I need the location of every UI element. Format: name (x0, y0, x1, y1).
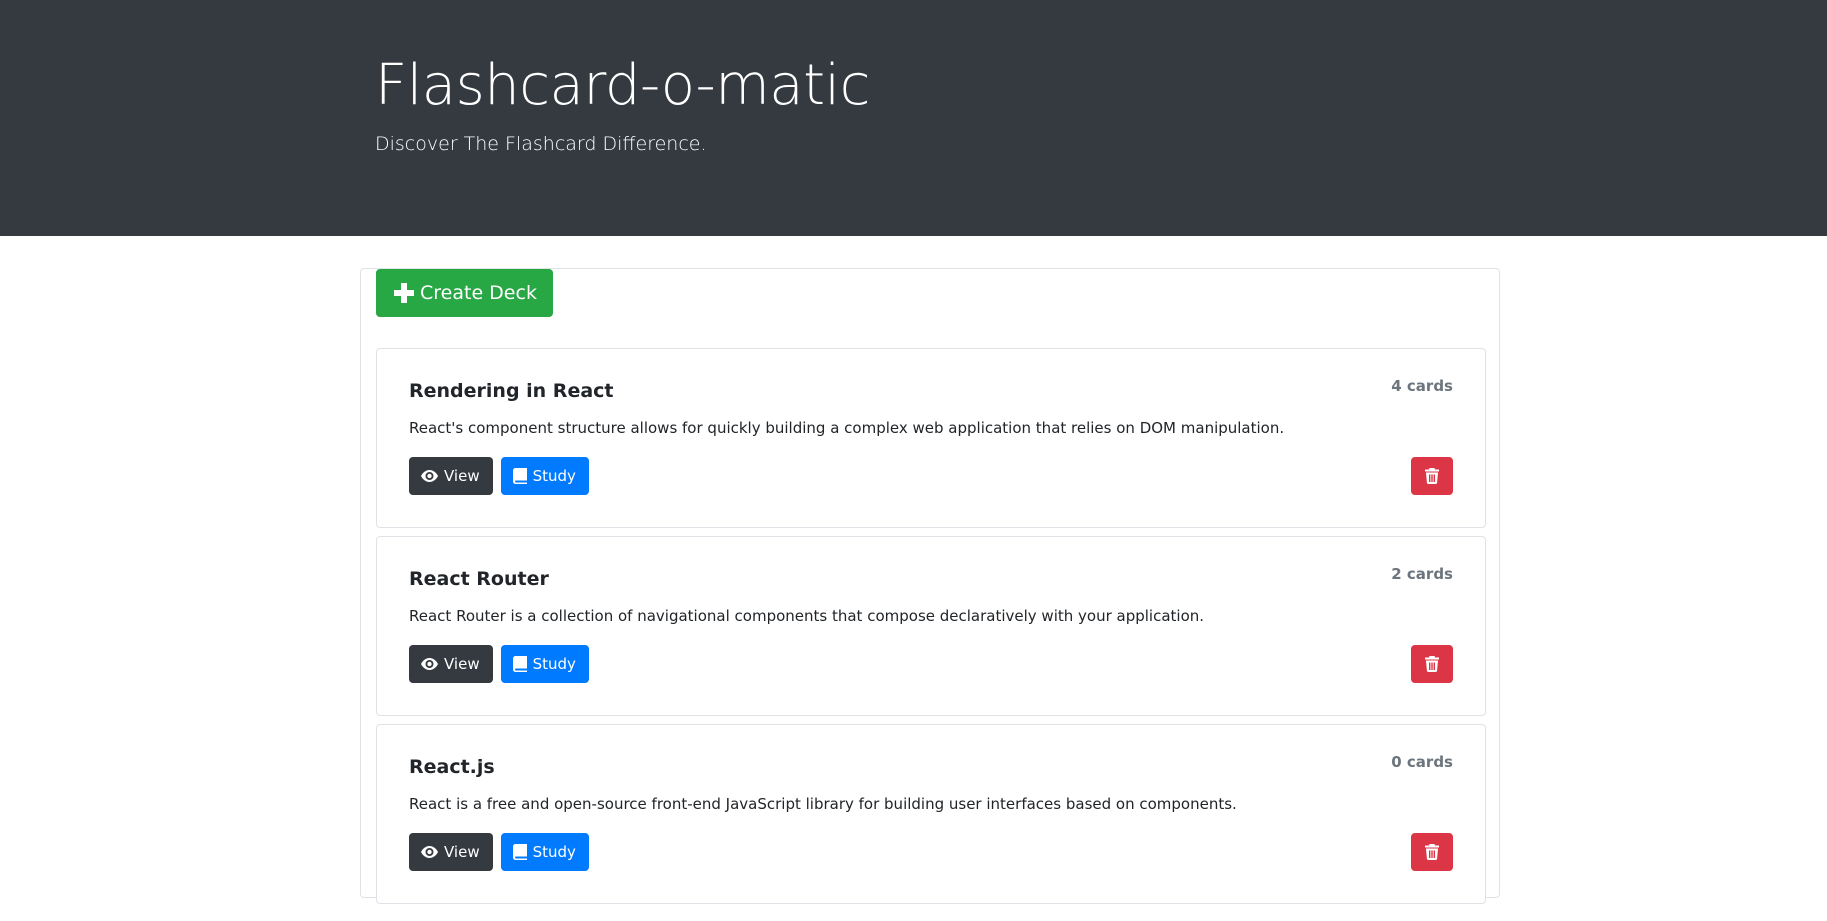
view-label: View (444, 843, 480, 861)
delete-deck-button[interactable] (1411, 457, 1453, 495)
deck-card: React.js 0 cards React is a free and ope… (376, 724, 1486, 904)
book-icon (512, 656, 527, 672)
deck-card: React Router 2 cards React Router is a c… (376, 536, 1486, 716)
trash-icon (1425, 656, 1439, 672)
study-deck-button[interactable]: Study (500, 645, 589, 683)
book-icon (512, 468, 527, 484)
study-label: Study (532, 655, 576, 673)
study-deck-button[interactable]: Study (500, 833, 589, 871)
eye-icon (421, 846, 438, 858)
deck-actions: View Study (409, 645, 589, 683)
view-deck-button[interactable]: View (409, 457, 493, 495)
deck-list-container: Create Deck Rendering in React 4 cards R… (360, 268, 1500, 904)
plus-icon (394, 283, 414, 303)
view-deck-button[interactable]: View (409, 833, 493, 871)
deck-title: React Router (409, 568, 549, 590)
app-title: Flashcard-o-matic (375, 53, 870, 118)
deck-card-count: 0 cards (1391, 753, 1453, 771)
deck-card-count: 4 cards (1391, 377, 1453, 395)
deck-description: React Router is a collection of navigati… (409, 607, 1205, 625)
deck-description: React's component structure allows for q… (409, 419, 1285, 437)
trash-icon (1425, 468, 1439, 484)
view-label: View (444, 655, 480, 673)
create-deck-label: Create Deck (420, 282, 537, 304)
delete-deck-button[interactable] (1411, 833, 1453, 871)
deck-actions: View Study (409, 833, 589, 871)
create-deck-button[interactable]: Create Deck (376, 269, 553, 317)
book-icon (512, 844, 527, 860)
delete-deck-button[interactable] (1411, 645, 1453, 683)
app-tagline: Discover The Flashcard Difference. (375, 133, 707, 155)
study-deck-button[interactable]: Study (500, 457, 589, 495)
deck-card: Rendering in React 4 cards React's compo… (376, 348, 1486, 528)
study-label: Study (532, 843, 576, 861)
eye-icon (421, 470, 438, 482)
deck-description: React is a free and open-source front-en… (409, 795, 1237, 813)
header-banner: Flashcard-o-matic Discover The Flashcard… (0, 0, 1827, 236)
deck-card-count: 2 cards (1391, 565, 1453, 583)
header-content: Flashcard-o-matic Discover The Flashcard… (375, 52, 870, 156)
trash-icon (1425, 844, 1439, 860)
deck-title: React.js (409, 756, 495, 778)
study-label: Study (532, 467, 576, 485)
deck-actions: View Study (409, 457, 589, 495)
deck-title: Rendering in React (409, 380, 614, 402)
eye-icon (421, 658, 438, 670)
view-deck-button[interactable]: View (409, 645, 493, 683)
view-label: View (444, 467, 480, 485)
